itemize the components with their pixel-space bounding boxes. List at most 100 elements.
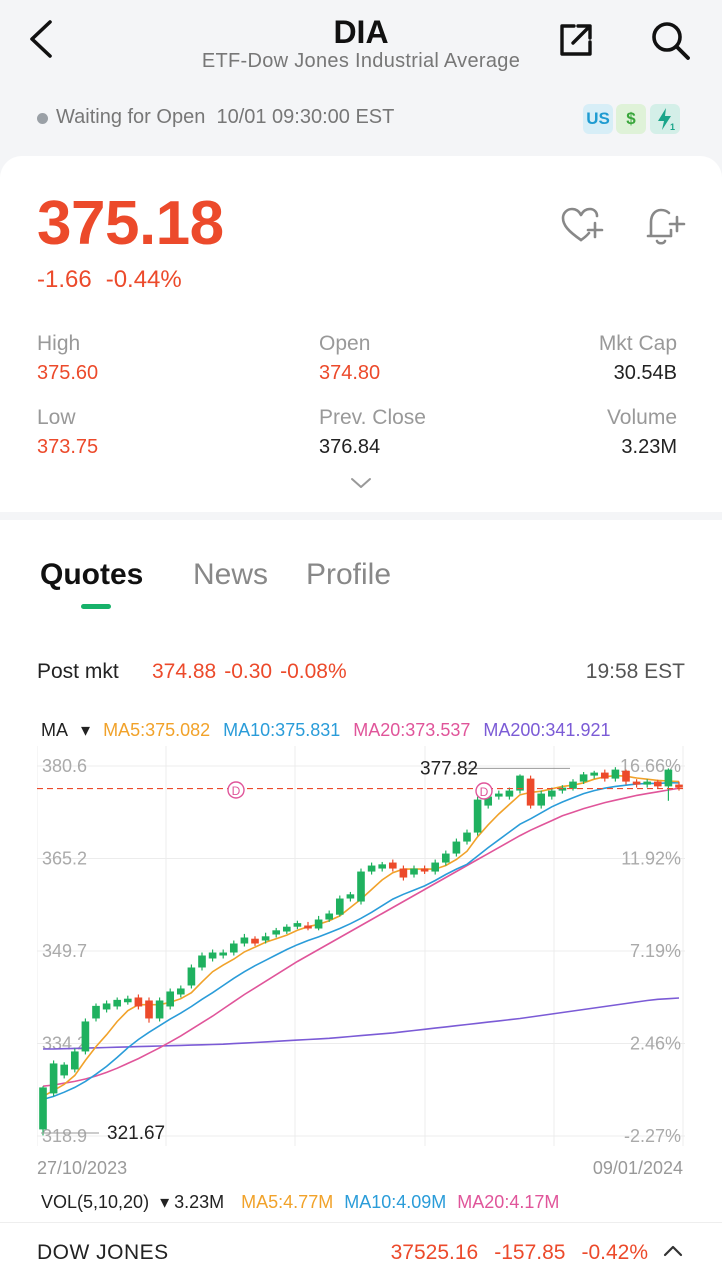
market-status: Waiting for Open 10/01 09:30:00 EST (56, 106, 395, 128)
candle-body (335, 898, 344, 915)
candle-body (367, 865, 376, 872)
candle-body (229, 943, 238, 953)
candle-body (134, 997, 143, 1007)
price-chart[interactable]: 380.6 365.2 349.7 334.2 318.9 16.66% 11.92% 7.1… (36, 716, 685, 1212)
candle-body (399, 868, 408, 878)
header: DIA ETF-Dow Jones Industrial Average (0, 0, 722, 90)
candle-body (113, 999, 122, 1007)
post-market-time: 19:58 EST (585, 660, 685, 683)
ma10-legend: MA10:375.831 (223, 720, 341, 740)
y-axis-tick-label: 334.2 (42, 1034, 87, 1054)
active-tab-indicator (81, 604, 111, 609)
candle-body (198, 955, 206, 968)
candle-body (208, 952, 217, 959)
index-name: DOW JONES (37, 1241, 169, 1264)
ma-legend[interactable]: MA ▾ MA5:375.082 MA10:375.831 MA20:373.5… (41, 720, 618, 741)
quote-card: 375.18 -1.66 -0.44% High 375.60 Open 374.… (0, 156, 722, 512)
open-label: Open (319, 332, 371, 355)
candle-body (155, 1000, 164, 1019)
mkt-cap-value: 30.54B (613, 362, 677, 384)
index-value: 37525.16 (390, 1241, 479, 1264)
candle-body (600, 772, 609, 779)
candle-body (92, 1005, 100, 1019)
candle-body (494, 793, 503, 797)
post-market-change: -0.30 (224, 660, 273, 683)
candle-body (282, 926, 291, 932)
post-market-change-pct: -0.08% (280, 660, 347, 683)
candle-body (463, 832, 471, 842)
index-change: -157.85 (494, 1241, 566, 1264)
post-market-values: 374.88 -0.30 -0.08% (152, 660, 347, 684)
high-value: 375.60 (37, 362, 99, 384)
candlestick-chart-svg[interactable]: 380.6365.2349.7334.2318.916.66%11.92%7.1… (36, 716, 685, 1206)
candle-body (176, 988, 185, 995)
candle-body (123, 998, 132, 1003)
search-icon[interactable] (648, 18, 692, 62)
mkt-cap-label: Mkt Cap (598, 332, 677, 355)
ma20-legend: MA20:373.537 (353, 720, 471, 740)
prev-close-label: Prev. Close (319, 406, 426, 429)
candle-body (145, 1000, 153, 1019)
candle-body (632, 781, 641, 785)
index-change-pct: -0.42% (581, 1241, 648, 1264)
low-marker-label: 321.67 (107, 1123, 165, 1144)
chevron-up-icon[interactable] (662, 1241, 684, 1261)
prev-close-value: 376.84 (319, 436, 381, 458)
ma200-legend: MA200:341.921 (483, 720, 611, 740)
candle-body (675, 784, 683, 788)
tab-news[interactable]: News (193, 558, 268, 592)
dividend-marker-label: D (232, 784, 241, 798)
vol-ma5-legend: MA5:4.77M (241, 1192, 334, 1212)
change-percent: -0.44% (105, 266, 182, 293)
add-alert-bell-icon[interactable] (640, 204, 686, 248)
add-to-watchlist-heart-icon[interactable] (560, 206, 604, 246)
tab-profile[interactable]: Profile (306, 558, 391, 592)
page-title: DIA (333, 14, 389, 50)
index-values: 37525.16 -157.85 -0.42% (391, 1241, 648, 1265)
volume-selector[interactable]: VOL(5,10,20) ▾ 3.23M (41, 1192, 230, 1212)
volume-value: 3.23M (621, 436, 677, 458)
candle-body (240, 937, 249, 944)
us-market-badge[interactable]: US (583, 104, 613, 134)
candle-body (569, 781, 577, 789)
candle-body (102, 1003, 111, 1010)
quotes-section: Quotes News Profile Post mkt 374.88 -0.30… (0, 520, 722, 1222)
candle-body (653, 781, 662, 787)
candle-body (166, 991, 175, 1007)
index-ticker-bar[interactable]: DOW JONES 37525.16 -157.85 -0.42% (0, 1222, 722, 1280)
candle-body (346, 894, 355, 899)
candle-body (547, 790, 556, 797)
last-price: 375.18 (37, 189, 224, 258)
expand-chevron-icon[interactable] (348, 474, 374, 492)
post-market-label: Post mkt (37, 660, 119, 683)
pct-axis-tick-label: 7.19% (630, 941, 681, 961)
candle-body (526, 778, 535, 806)
candle-body (60, 1064, 69, 1076)
share-icon[interactable] (556, 20, 596, 60)
candle-body (431, 862, 440, 872)
y-axis-tick-label: 318.9 (42, 1126, 87, 1146)
tab-quotes[interactable]: Quotes (40, 558, 143, 592)
candle-body (293, 923, 302, 927)
high-marker-label: 377.82 (420, 758, 478, 779)
usd-currency-badge[interactable]: $ (616, 104, 646, 134)
candle-body (643, 781, 652, 785)
candle-body (81, 1021, 90, 1052)
svg-text:1: 1 (670, 122, 675, 132)
candle-body (314, 919, 323, 929)
dividend-marker-label: D (480, 785, 489, 799)
low-label: Low (37, 406, 76, 429)
open-value: 374.80 (319, 362, 381, 384)
vol-ma10-legend: MA10:4.09M (344, 1192, 447, 1212)
candle-body (452, 841, 461, 854)
candle-body (611, 769, 620, 779)
market-status-row: Waiting for Open 10/01 09:30:00 EST US $… (0, 96, 722, 142)
flash-icon[interactable]: 1 (650, 104, 680, 134)
low-value: 373.75 (37, 436, 99, 458)
candle-body (251, 938, 259, 944)
volume-legend[interactable]: VOL(5,10,20) ▾ 3.23M MA5:4.77M MA10:4.09… (41, 1192, 565, 1213)
page-subtitle: ETF-Dow Jones Industrial Average (201, 50, 521, 72)
ma5-legend: MA5:375.082 (103, 720, 211, 740)
ma-selector[interactable]: MA ▾ (41, 720, 90, 740)
y-axis-tick-label: 349.7 (42, 941, 87, 961)
